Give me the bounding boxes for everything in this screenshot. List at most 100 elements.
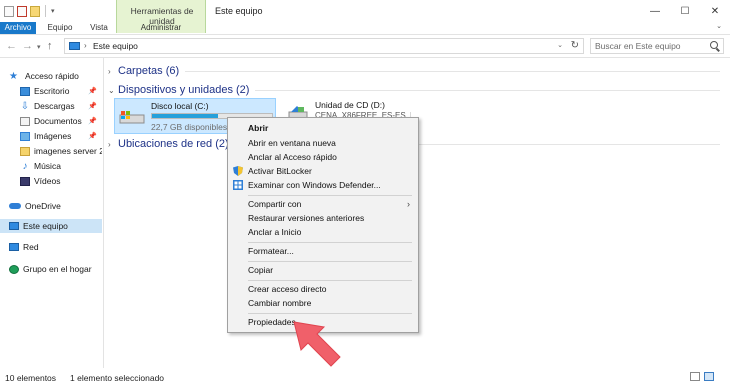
menu-item-cambiar-nombre[interactable]: Cambiar nombre <box>230 296 416 310</box>
sidebar-item-musica[interactable]: ♪ Música <box>0 159 102 173</box>
annotation-arrow-icon <box>293 321 341 367</box>
sidebar-item-este-equipo[interactable]: Este equipo <box>0 219 102 233</box>
menu-separator <box>248 195 412 196</box>
sidebar-item-grupo-hogar[interactable]: Grupo en el hogar <box>0 262 102 276</box>
menu-item-label: Examinar con Windows Defender... <box>248 180 381 190</box>
menu-separator <box>248 261 412 262</box>
sidebar-item-red[interactable]: Red <box>0 240 102 254</box>
window-controls: — ☐ ✕ <box>640 0 730 22</box>
homegroup-icon <box>9 264 19 274</box>
search-icon <box>710 41 718 49</box>
network-icon <box>9 243 19 251</box>
sidebar-item-label: Música <box>34 161 61 171</box>
tab-archivo[interactable]: Archivo <box>0 22 36 34</box>
sidebar-item-acceso-rapido[interactable]: ★ Acceso rápido <box>0 69 102 83</box>
downloads-folder-icon: ⇩ <box>20 100 30 112</box>
group-divider <box>255 89 720 91</box>
customize-toolbar-chevron-icon[interactable]: ▾ <box>51 7 55 15</box>
group-dispositivos-unidades[interactable]: ⌄ Dispositivos y unidades (2) <box>108 83 720 97</box>
pin-icon[interactable]: 📌 <box>88 102 97 110</box>
details-view-icon[interactable] <box>690 372 700 381</box>
documents-folder-icon <box>20 116 30 126</box>
sidebar-item-escritorio[interactable]: Escritorio 📌 <box>0 84 102 98</box>
up-button[interactable]: ↑ <box>47 40 53 52</box>
search-box[interactable] <box>590 38 724 54</box>
tab-administrar[interactable]: Administrar <box>117 22 205 34</box>
sidebar-item-videos[interactable]: Vídeos <box>0 174 102 188</box>
shield-icon <box>233 166 243 176</box>
properties-icon[interactable] <box>4 5 14 17</box>
sidebar-item-onedrive[interactable]: OneDrive <box>0 199 102 213</box>
sidebar-item-label: Imágenes <box>34 131 72 141</box>
sidebar-item-descargas[interactable]: ⇩ Descargas 📌 <box>0 99 102 113</box>
windows-defender-icon <box>233 180 243 190</box>
close-button[interactable]: ✕ <box>700 0 730 22</box>
menu-item-crear-acceso-directo[interactable]: Crear acceso directo <box>230 282 416 296</box>
recent-locations-chevron-icon[interactable]: ▾ <box>37 43 41 51</box>
menu-item-copiar[interactable]: Copiar <box>230 263 416 277</box>
drive-name: Unidad de CD (D:) <box>315 100 385 110</box>
music-folder-icon: ♪ <box>22 160 28 172</box>
menu-item-abrir-ventana-nueva[interactable]: Abrir en ventana nueva <box>230 136 416 150</box>
drive-free-space: 22,7 GB disponibles de <box>151 122 239 132</box>
pin-icon[interactable]: 📌 <box>88 132 97 140</box>
pictures-folder-icon <box>20 131 30 141</box>
drive-usage-fill <box>152 114 218 118</box>
menu-item-windows-defender[interactable]: Examinar con Windows Defender... <box>230 178 416 192</box>
chevron-right-icon[interactable]: › <box>108 140 118 149</box>
large-icons-view-icon[interactable] <box>704 372 714 381</box>
menu-item-anclar-acceso-rapido[interactable]: Anclar al Acceso rápido <box>230 150 416 164</box>
sidebar-item-label: Documentos <box>34 116 82 126</box>
hard-drive-icon <box>119 111 145 124</box>
breadcrumb-separator-icon[interactable]: › <box>84 41 87 50</box>
context-menu: Abrir Abrir en ventana nueva Anclar al A… <box>227 117 419 333</box>
pin-icon[interactable]: 📌 <box>88 117 97 125</box>
toolbar-separator <box>45 5 46 17</box>
sidebar-item-label: OneDrive <box>25 201 61 211</box>
sidebar-item-label: Este equipo <box>23 221 68 231</box>
window-title: Este equipo <box>215 6 263 16</box>
menu-item-label: Activar BitLocker <box>248 166 312 176</box>
menu-item-compartir-con[interactable]: Compartir con › <box>230 197 416 211</box>
sidebar-item-label: Grupo en el hogar <box>23 264 92 274</box>
forward-button[interactable]: → <box>22 40 33 52</box>
menu-item-formatear[interactable]: Formatear... <box>230 244 416 258</box>
sidebar-item-imagenes-server[interactable]: imagenes server 201 <box>0 144 102 158</box>
checklist-icon[interactable] <box>17 5 27 17</box>
address-bar[interactable]: › Este equipo ⌄ ↻ <box>64 38 584 54</box>
menu-item-anclar-inicio[interactable]: Anclar a Inicio <box>230 225 416 239</box>
menu-separator <box>248 280 412 281</box>
menu-item-abrir[interactable]: Abrir <box>230 121 416 135</box>
sidebar-item-label: Descargas <box>34 101 75 111</box>
sidebar-item-label: Red <box>23 242 39 252</box>
expand-ribbon-chevron-icon[interactable]: ⌄ <box>716 22 722 30</box>
sidebar-item-documentos[interactable]: Documentos 📌 <box>0 114 102 128</box>
onedrive-cloud-icon <box>9 203 21 209</box>
submenu-arrow-icon: › <box>407 199 410 209</box>
back-button[interactable]: ← <box>6 40 17 52</box>
navigation-bar: ← → ▾ ↑ › Este equipo ⌄ ↻ <box>0 34 730 58</box>
title-bar: ▾ <box>0 0 730 22</box>
minimize-button[interactable]: — <box>640 0 670 22</box>
selection-count: 1 elemento seleccionado <box>70 373 165 383</box>
tab-equipo[interactable]: Equipo <box>40 22 80 34</box>
tab-vista[interactable]: Vista <box>84 22 114 34</box>
address-history-chevron-icon[interactable]: ⌄ <box>557 41 563 49</box>
new-folder-icon[interactable] <box>30 5 40 17</box>
menu-item-activar-bitlocker[interactable]: Activar BitLocker <box>230 164 416 178</box>
chevron-down-icon[interactable]: ⌄ <box>108 86 118 95</box>
group-carpetas[interactable]: › Carpetas (6) <box>108 64 720 78</box>
maximize-button[interactable]: ☐ <box>670 0 700 22</box>
refresh-icon[interactable]: ↻ <box>571 40 579 51</box>
videos-folder-icon <box>20 176 30 186</box>
menu-item-restaurar-versiones[interactable]: Restaurar versiones anteriores <box>230 211 416 225</box>
sidebar-item-label: Vídeos <box>34 176 61 186</box>
pane-divider[interactable] <box>103 58 104 368</box>
drive-name: Disco local (C:) <box>151 101 209 111</box>
chevron-right-icon[interactable]: › <box>108 67 118 76</box>
sidebar-item-imagenes[interactable]: Imágenes 📌 <box>0 129 102 143</box>
pin-icon[interactable]: 📌 <box>88 87 97 95</box>
breadcrumb-este-equipo[interactable]: Este equipo <box>93 41 138 51</box>
search-input[interactable] <box>595 40 705 52</box>
sidebar-item-label: imagenes server 201 <box>34 146 102 156</box>
